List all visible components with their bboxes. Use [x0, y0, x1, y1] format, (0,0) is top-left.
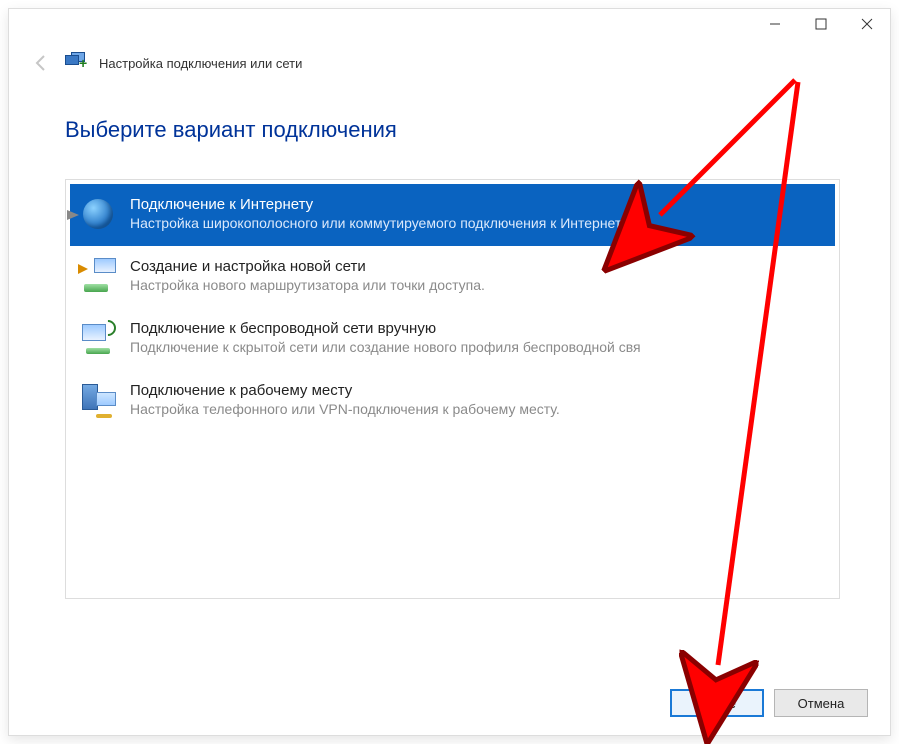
option-desc: Настройка нового маршрутизатора или точк… — [130, 277, 827, 293]
option-title: Подключение к рабочему месту — [130, 382, 827, 399]
back-arrow-icon[interactable] — [29, 51, 53, 75]
router-icon — [78, 256, 118, 296]
wizard-window: + Настройка подключения или сети Выберит… — [8, 8, 891, 736]
option-desc: Настройка широкополосного или коммутируе… — [130, 215, 827, 231]
option-title: Создание и настройка новой сети — [130, 258, 827, 275]
option-title: Подключение к Интернету — [130, 196, 827, 213]
minimize-button[interactable] — [752, 9, 798, 39]
maximize-button[interactable] — [798, 9, 844, 39]
option-new-network[interactable]: Создание и настройка новой сети Настройк… — [70, 246, 835, 308]
page-title: Выберите вариант подключения — [65, 117, 840, 143]
cancel-button[interactable]: Отмена — [774, 689, 868, 717]
option-desc: Подключение к скрытой сети или создание … — [130, 339, 827, 355]
next-button[interactable]: Далее — [670, 689, 764, 717]
server-icon — [78, 380, 118, 420]
connection-options-list: Подключение к Интернету Настройка широко… — [65, 179, 840, 599]
wizard-footer: Далее Отмена — [670, 689, 868, 717]
network-wizard-icon: + — [65, 52, 87, 74]
wizard-header: + Настройка подключения или сети — [9, 45, 890, 81]
globe-icon — [78, 194, 118, 234]
wifi-icon — [78, 318, 118, 358]
close-button[interactable] — [844, 9, 890, 39]
option-desc: Настройка телефонного или VPN-подключени… — [130, 401, 827, 417]
option-wireless-manual[interactable]: Подключение к беспроводной сети вручную … — [70, 308, 835, 370]
titlebar — [9, 9, 890, 45]
wizard-title: Настройка подключения или сети — [99, 56, 302, 71]
option-workplace[interactable]: Подключение к рабочему месту Настройка т… — [70, 370, 835, 432]
option-title: Подключение к беспроводной сети вручную — [130, 320, 827, 337]
wizard-content: Выберите вариант подключения Подключение… — [9, 81, 890, 609]
option-connect-internet[interactable]: Подключение к Интернету Настройка широко… — [70, 184, 835, 246]
